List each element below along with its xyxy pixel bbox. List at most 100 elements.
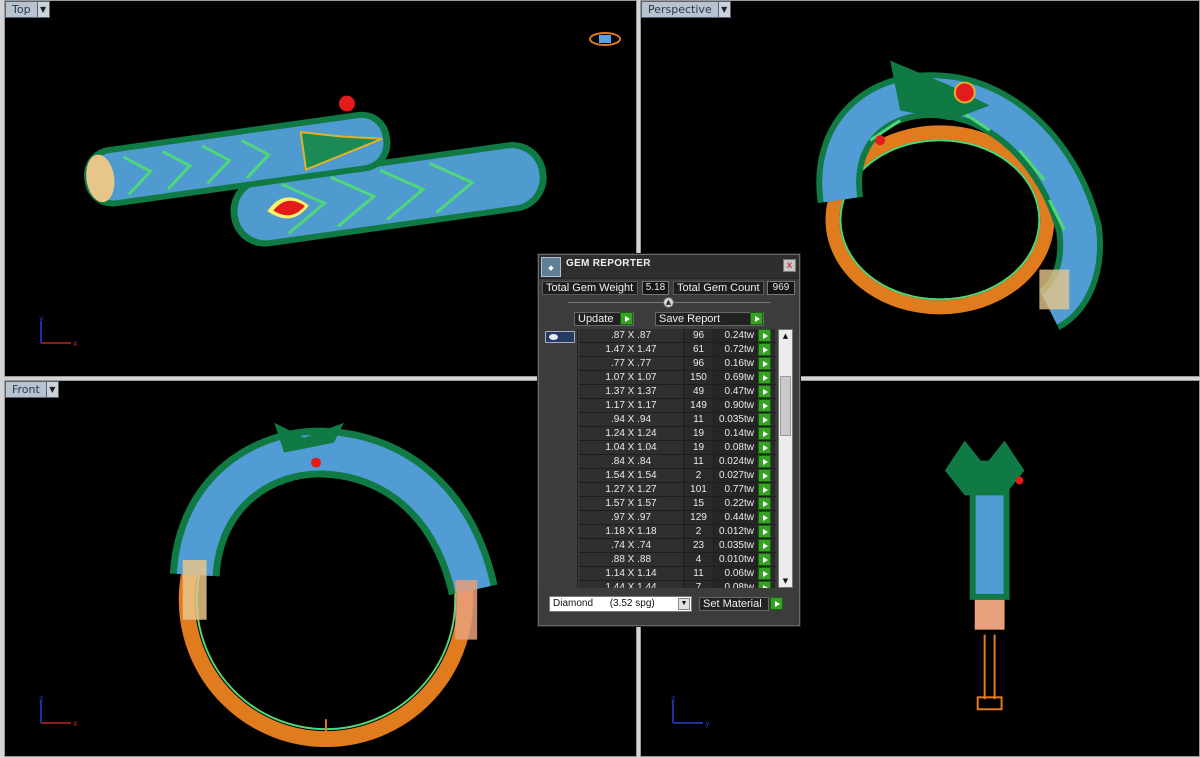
table-row[interactable]: .94 X .94 11 0.035tw xyxy=(579,413,776,427)
set-material-play-icon[interactable] xyxy=(770,597,783,610)
select-row-play-icon[interactable] xyxy=(758,371,771,384)
table-row[interactable]: .88 X .88 4 0.010tw xyxy=(579,553,776,567)
gem-size-cell: .88 X .88 xyxy=(579,553,684,566)
gem-count-cell: 96 xyxy=(684,357,714,370)
material-select[interactable]: Diamond (3.52 spg) ▼ xyxy=(549,596,692,612)
select-row-play-icon[interactable] xyxy=(758,483,771,496)
gem-count-cell: 23 xyxy=(684,539,714,552)
table-row[interactable]: .97 X .97 129 0.44tw xyxy=(579,511,776,525)
row-action-cell xyxy=(757,455,775,468)
gem-weight-cell: 0.024tw xyxy=(714,455,757,468)
table-row[interactable]: 1.54 X 1.54 2 0.027tw xyxy=(579,469,776,483)
scroll-thumb[interactable] xyxy=(780,376,791,436)
table-row[interactable]: 1.57 X 1.57 15 0.22tw xyxy=(579,497,776,511)
gem-weight-cell: 0.16tw xyxy=(714,357,757,370)
select-row-play-icon[interactable] xyxy=(758,553,771,566)
chevron-down-icon[interactable]: ▼ xyxy=(717,2,730,17)
table-row[interactable]: 1.24 X 1.24 19 0.14tw xyxy=(579,427,776,441)
select-row-play-icon[interactable] xyxy=(758,469,771,482)
gem-weight-cell: 0.027tw xyxy=(714,469,757,482)
select-row-play-icon[interactable] xyxy=(758,399,771,412)
gem-weight-cell: 0.08tw xyxy=(714,581,757,588)
gem-weight-cell: 0.14tw xyxy=(714,427,757,440)
select-row-play-icon[interactable] xyxy=(758,357,771,370)
round-gem-icon[interactable] xyxy=(545,331,575,343)
gem-table-scrollbar[interactable]: ▲ ▼ xyxy=(778,329,793,588)
gem-size-cell: 1.04 X 1.04 xyxy=(579,441,684,454)
chevron-down-icon[interactable]: ▼ xyxy=(45,382,58,397)
table-row[interactable]: .74 X .74 23 0.035tw xyxy=(579,539,776,553)
gem-count-cell: 15 xyxy=(684,497,714,510)
gem-rows: .87 X .87 96 0.24tw 1.47 X 1.47 61 0.72tw .77 … xyxy=(579,329,776,588)
select-row-play-icon[interactable] xyxy=(758,539,771,552)
gem-weight-cell: 0.035tw xyxy=(714,539,757,552)
row-action-cell xyxy=(757,511,775,524)
axis-gizmo-front: x z xyxy=(39,694,78,728)
gem-count-cell: 11 xyxy=(684,455,714,468)
viewport-label-top[interactable]: Top ▼ xyxy=(5,1,50,18)
collapse-up-icon[interactable]: ▲ xyxy=(663,297,674,308)
gem-weight-cell: 0.22tw xyxy=(714,497,757,510)
table-row[interactable]: 1.27 X 1.27 101 0.77tw xyxy=(579,483,776,497)
select-row-play-icon[interactable] xyxy=(758,385,771,398)
chevron-down-icon[interactable]: ▼ xyxy=(36,2,49,17)
gem-count-cell: 4 xyxy=(684,553,714,566)
select-row-play-icon[interactable] xyxy=(758,329,771,342)
scroll-up-icon[interactable]: ▲ xyxy=(779,330,792,342)
close-icon[interactable]: x xyxy=(783,259,796,272)
set-material-button[interactable]: Set Material xyxy=(699,597,769,611)
table-row[interactable]: 1.07 X 1.07 150 0.69tw xyxy=(579,371,776,385)
viewport-label-front[interactable]: Front ▼ xyxy=(5,381,59,398)
gem-table[interactable]: .87 X .87 96 0.24tw 1.47 X 1.47 61 0.72tw .77 … xyxy=(541,329,776,588)
table-row[interactable]: 1.14 X 1.14 11 0.06tw xyxy=(579,567,776,581)
gem-count-cell: 150 xyxy=(684,371,714,384)
gem-weight-cell: 0.72tw xyxy=(714,343,757,356)
table-row[interactable]: 1.18 X 1.18 2 0.012tw xyxy=(579,525,776,539)
select-row-play-icon[interactable] xyxy=(758,511,771,524)
gem-count-cell: 11 xyxy=(684,413,714,426)
row-action-cell xyxy=(757,427,775,440)
gem-size-cell: 1.44 X 1.44 xyxy=(579,581,684,588)
gem-weight-cell: 0.035tw xyxy=(714,413,757,426)
select-row-play-icon[interactable] xyxy=(758,343,771,356)
gem-reporter-titlebar[interactable]: ◆ GEM REPORTER x xyxy=(539,255,799,279)
select-row-play-icon[interactable] xyxy=(758,413,771,426)
mini-ring-icon xyxy=(589,32,621,46)
gem-count-cell: 129 xyxy=(684,511,714,524)
save-report-button[interactable]: Save Report xyxy=(655,312,764,326)
select-row-play-icon[interactable] xyxy=(758,581,771,588)
save-report-play-icon[interactable] xyxy=(750,312,763,325)
gem-count-cell: 2 xyxy=(684,525,714,538)
update-play-icon[interactable] xyxy=(620,312,633,325)
row-action-cell xyxy=(757,385,775,398)
table-row[interactable]: 1.37 X 1.37 49 0.47tw xyxy=(579,385,776,399)
table-row[interactable]: .77 X .77 96 0.16tw xyxy=(579,357,776,371)
chevron-down-icon[interactable]: ▼ xyxy=(678,598,690,610)
select-row-play-icon[interactable] xyxy=(758,441,771,454)
viewport-label-perspective[interactable]: Perspective ▼ xyxy=(641,1,731,18)
table-row[interactable]: 1.44 X 1.44 7 0.08tw xyxy=(579,581,776,588)
table-row[interactable]: .84 X .84 11 0.024tw xyxy=(579,455,776,469)
row-action-cell xyxy=(757,525,775,538)
table-row[interactable]: 1.17 X 1.17 149 0.90tw xyxy=(579,399,776,413)
select-row-play-icon[interactable] xyxy=(758,525,771,538)
total-gem-weight-label: Total Gem Weight xyxy=(542,281,638,295)
axis-gizmo-top: x y xyxy=(39,314,78,348)
gem-size-cell: 1.14 X 1.14 xyxy=(579,567,684,580)
select-row-play-icon[interactable] xyxy=(758,427,771,440)
select-row-play-icon[interactable] xyxy=(758,567,771,580)
gem-count-cell: 96 xyxy=(684,329,714,342)
total-gem-weight-value: 5.18 xyxy=(642,281,669,295)
scroll-down-icon[interactable]: ▼ xyxy=(779,575,792,587)
gem-size-cell: .87 X .87 xyxy=(579,329,684,342)
total-gem-count-label: Total Gem Count xyxy=(673,281,764,295)
viewport-title: Top xyxy=(12,3,31,16)
table-row[interactable]: .87 X .87 96 0.24tw xyxy=(579,329,776,343)
gem-size-cell: 1.17 X 1.17 xyxy=(579,399,684,412)
gem-size-cell: 1.47 X 1.47 xyxy=(579,343,684,356)
row-action-cell xyxy=(757,399,775,412)
table-row[interactable]: 1.47 X 1.47 61 0.72tw xyxy=(579,343,776,357)
select-row-play-icon[interactable] xyxy=(758,455,771,468)
table-row[interactable]: 1.04 X 1.04 19 0.08tw xyxy=(579,441,776,455)
select-row-play-icon[interactable] xyxy=(758,497,771,510)
